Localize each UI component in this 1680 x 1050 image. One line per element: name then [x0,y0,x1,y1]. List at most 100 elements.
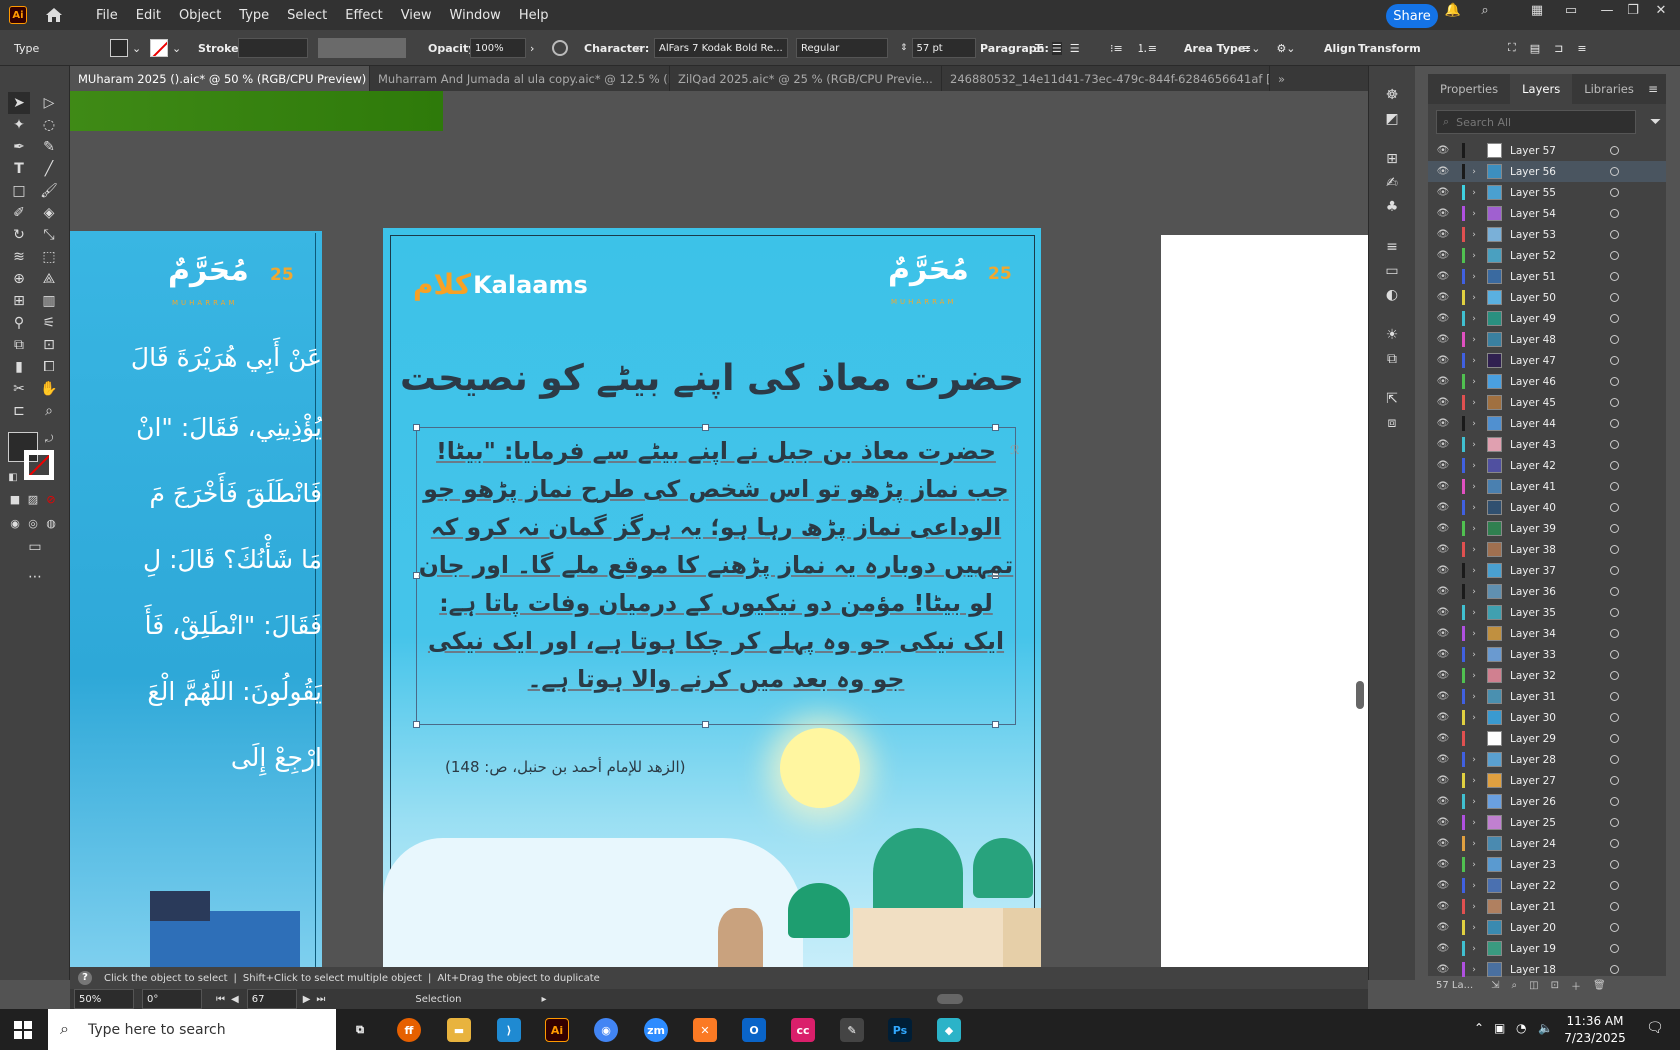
delete-layer-icon[interactable]: 🗑 [1593,980,1606,991]
layer-row[interactable]: 👁 › Layer 21 [1428,896,1666,917]
visibility-eye-icon[interactable]: 👁 [1432,964,1454,975]
default-colors-icon[interactable]: ◧ [2,466,24,488]
vertical-scrollbar[interactable] [1356,681,1364,709]
visibility-eye-icon[interactable]: 👁 [1432,817,1454,828]
font-size-field[interactable]: 57 pt [911,38,976,58]
layer-name[interactable]: Layer 32 [1510,670,1606,682]
layer-target-icon[interactable] [1610,839,1619,848]
recolor-icon[interactable] [552,40,568,56]
area-type-icon[interactable]: ≡⌄ [1242,42,1260,55]
expand-arrow-icon[interactable]: › [1465,923,1483,933]
none-mode-icon[interactable]: ⊘ [40,488,62,510]
visibility-eye-icon[interactable]: 👁 [1432,607,1454,618]
stroke-weight-field[interactable] [238,38,308,58]
artboard-number-field[interactable]: 67 [246,989,297,1009]
layer-name[interactable]: Layer 27 [1510,775,1606,787]
expand-arrow-icon[interactable]: › [1465,566,1483,576]
layer-row[interactable]: 👁 › Layer 23 [1428,854,1666,875]
close-icon[interactable]: ✕ [1648,3,1674,23]
layer-target-icon[interactable] [1610,965,1619,974]
swap-fill-stroke-icon[interactable]: ⤾ [38,428,60,450]
layer-name[interactable]: Layer 39 [1510,523,1606,535]
fill-swatch[interactable] [110,39,128,57]
layer-target-icon[interactable] [1610,629,1619,638]
layer-name[interactable]: Layer 42 [1510,460,1606,472]
layer-name[interactable]: Layer 43 [1510,439,1606,451]
layer-target-icon[interactable] [1610,713,1619,722]
expand-arrow-icon[interactable]: › [1465,839,1483,849]
expand-arrow-icon[interactable]: › [1465,503,1483,513]
chrome-icon[interactable]: ◉ [594,1018,618,1042]
layer-name[interactable]: Layer 49 [1510,313,1606,325]
direct-selection-tool-icon[interactable]: ▷ [38,92,60,114]
expand-arrow-icon[interactable]: › [1465,776,1483,786]
visibility-eye-icon[interactable]: 👁 [1432,691,1454,702]
selection-tool-icon[interactable]: ➤ [8,92,30,114]
layer-target-icon[interactable] [1610,545,1619,554]
bell-icon[interactable]: 🔔 [1440,3,1466,23]
layer-name[interactable]: Layer 21 [1510,901,1606,913]
layer-target-icon[interactable] [1610,440,1619,449]
expand-arrow-icon[interactable]: › [1465,419,1483,429]
layer-row[interactable]: 👁 › Layer 52 [1428,245,1666,266]
layer-row[interactable]: 👁 › Layer 50 [1428,287,1666,308]
layer-target-icon[interactable] [1610,419,1619,428]
transparency-icon[interactable]: ◐ [1381,284,1403,306]
visibility-eye-icon[interactable]: 👁 [1432,649,1454,660]
layer-name[interactable]: Layer 50 [1510,292,1606,304]
tab-zilqad-2025[interactable]: ZilQad 2025.aic* @ 25 % (RGB/CPU Previe.… [670,66,942,91]
expand-arrow-icon[interactable]: › [1465,881,1483,891]
artboard-blank[interactable] [1161,235,1368,967]
layer-row[interactable]: 👁 › Layer 48 [1428,329,1666,350]
expand-arrow-icon[interactable]: › [1465,650,1483,660]
resize-handle[interactable] [992,424,999,431]
transform-link[interactable]: Transform [1358,30,1421,66]
tab-muharram-jumada[interactable]: Muharram And Jumada al ula copy.aic* @ 1… [370,66,670,91]
font-style-field[interactable]: Regular [796,38,888,58]
layer-name[interactable]: Layer 51 [1510,271,1606,283]
layer-name[interactable]: Layer 20 [1510,922,1606,934]
show-hidden-icons[interactable]: ⌃ [1474,1021,1484,1035]
font-family-field[interactable]: AlFars 7 Kodak Bold Re... [654,38,788,58]
appearance-icon[interactable]: ☀ [1381,324,1403,346]
visibility-eye-icon[interactable]: 👁 [1432,733,1454,744]
locate-object-icon[interactable]: ⌕ [1512,980,1518,991]
artboard-main[interactable]: كلام Kalaams مُحَرَّمٌ 25 MUHARRAM حضرت … [383,228,1041,967]
mesh-tool-icon[interactable]: ⊞ [8,290,30,312]
vscode-icon[interactable]: ⟩ [497,1018,521,1042]
visibility-eye-icon[interactable]: 👁 [1432,439,1454,450]
layer-name[interactable]: Layer 53 [1510,229,1606,241]
visibility-eye-icon[interactable]: 👁 [1432,670,1454,681]
visibility-eye-icon[interactable]: 👁 [1432,271,1454,282]
new-layer-icon[interactable]: ＋ [1571,978,1581,993]
layer-name[interactable]: Layer 54 [1510,208,1606,220]
layer-name[interactable]: Layer 48 [1510,334,1606,346]
scale-tool-icon[interactable]: ⤡ [38,224,60,246]
layer-target-icon[interactable] [1610,944,1619,953]
expand-arrow-icon[interactable]: › [1465,587,1483,597]
layer-name[interactable]: Layer 30 [1510,712,1606,724]
layer-target-icon[interactable] [1610,776,1619,785]
layer-target-icon[interactable] [1610,524,1619,533]
layer-row[interactable]: 👁 › Layer 28 [1428,749,1666,770]
expand-arrow-icon[interactable]: › [1465,167,1483,177]
visibility-eye-icon[interactable]: 👁 [1432,250,1454,261]
zoom-app-icon[interactable]: zm [644,1018,668,1042]
layer-row[interactable]: 👁 Layer 29 [1428,728,1666,749]
layer-target-icon[interactable] [1610,167,1619,176]
visibility-eye-icon[interactable]: 👁 [1432,418,1454,429]
more-tools-icon[interactable]: ⋯ [24,566,46,588]
eraser-icon[interactable]: ◈ [38,202,60,224]
resize-handle[interactable] [413,424,420,431]
visibility-eye-icon[interactable]: 👁 [1432,313,1454,324]
free-transform-icon[interactable]: ⬚ [38,246,60,268]
expand-arrow-icon[interactable]: › [1465,902,1483,912]
resize-handle[interactable] [413,721,420,728]
graphic-styles-icon[interactable]: ⧉ [1381,348,1403,370]
expand-arrow-icon[interactable]: › [1465,230,1483,240]
layer-row[interactable]: 👁 › Layer 55 [1428,182,1666,203]
visibility-eye-icon[interactable]: 👁 [1432,586,1454,597]
layer-target-icon[interactable] [1610,251,1619,260]
visibility-eye-icon[interactable]: 👁 [1432,502,1454,513]
horizontal-scrollbar[interactable] [936,994,963,1004]
